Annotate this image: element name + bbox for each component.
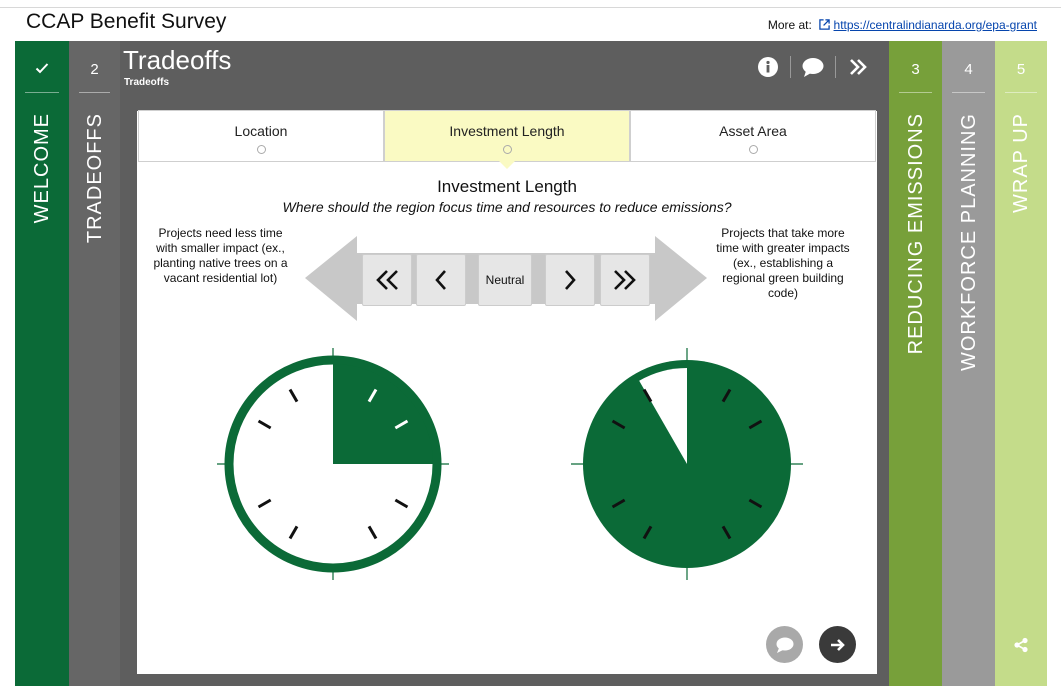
step-workforce-label: WORKFORCE PLANNING bbox=[957, 113, 980, 372]
preference-scale: Neutral bbox=[305, 236, 707, 321]
step-reducing-number: 3 bbox=[911, 61, 920, 78]
more-at: More at: https://centralindianarda.org/e… bbox=[768, 18, 1037, 32]
more-at-link[interactable]: https://centralindianarda.org/epa-grant bbox=[834, 18, 1037, 32]
chevron-right-icon bbox=[565, 270, 576, 290]
tab-label: Investment Length bbox=[449, 123, 565, 139]
panel-title: Tradeoffs bbox=[123, 45, 232, 75]
step-wrapup-number: 5 bbox=[1016, 61, 1026, 78]
left-option-description: Projects need less time with smaller imp… bbox=[153, 226, 288, 285]
tab-label: Location bbox=[234, 123, 288, 139]
short-time-clock-icon bbox=[217, 348, 449, 580]
step-wrap-up[interactable]: 5 WRAP UP bbox=[995, 41, 1047, 686]
tab-location[interactable]: Location bbox=[138, 110, 384, 162]
double-chevron-right-icon bbox=[614, 270, 636, 290]
tab-asset-area[interactable]: Asset Area bbox=[630, 110, 876, 162]
step-welcome[interactable]: WELCOME bbox=[15, 41, 69, 686]
left-button[interactable] bbox=[416, 254, 466, 306]
step-separator bbox=[952, 92, 985, 93]
tab-investment-length[interactable]: Investment Length bbox=[384, 110, 630, 169]
long-time-clock-icon bbox=[571, 348, 803, 580]
step-separator bbox=[1005, 92, 1037, 93]
strong-right-button[interactable] bbox=[600, 254, 650, 306]
criteria-tabs: Location Investment Length Asset Area bbox=[138, 110, 878, 169]
step-reducing-label: REDUCING EMISSIONS bbox=[904, 113, 927, 355]
question-content: Location Investment Length Asset Area In… bbox=[137, 110, 878, 674]
comment-button[interactable] bbox=[766, 626, 803, 663]
right-option-description: Projects that take more time with greate… bbox=[716, 226, 850, 300]
step-reducing-emissions[interactable]: 3 REDUCING EMISSIONS bbox=[889, 41, 942, 686]
step-welcome-label: WELCOME bbox=[31, 113, 53, 224]
step-workforce-planning[interactable]: 4 WORKFORCE PLANNING bbox=[942, 41, 995, 686]
tradeoffs-panel: Tradeoffs Tradeoffs Location Investment … bbox=[120, 41, 889, 686]
step-tradeoffs[interactable]: 2 TRADEOFFS bbox=[69, 41, 120, 686]
step-wrapup-label: WRAP UP bbox=[1010, 113, 1032, 213]
info-icon[interactable] bbox=[755, 54, 781, 80]
next-button[interactable] bbox=[819, 626, 856, 663]
external-link-icon bbox=[819, 19, 830, 30]
chevron-left-icon bbox=[435, 270, 446, 290]
tab-status-dot bbox=[502, 145, 512, 154]
clock-filled-sector bbox=[333, 364, 433, 464]
comment-icon bbox=[776, 637, 793, 653]
tab-status-dot bbox=[256, 145, 266, 154]
header-separator bbox=[790, 56, 791, 78]
step-separator bbox=[25, 92, 59, 93]
tab-status-dot bbox=[748, 145, 758, 154]
double-chevron-left-icon bbox=[376, 270, 398, 290]
comment-icon[interactable] bbox=[800, 54, 826, 80]
check-icon bbox=[15, 61, 69, 78]
step-tradeoffs-number: 2 bbox=[90, 61, 99, 78]
arrow-right-icon bbox=[830, 638, 845, 651]
question-title: Investment Length bbox=[437, 177, 577, 196]
right-button[interactable] bbox=[545, 254, 595, 306]
step-tradeoffs-label: TRADEOFFS bbox=[83, 113, 106, 244]
step-separator bbox=[899, 92, 932, 93]
strong-left-button[interactable] bbox=[362, 254, 412, 306]
share-icon[interactable] bbox=[995, 637, 1047, 658]
header-separator bbox=[835, 56, 836, 78]
header-icons bbox=[755, 54, 871, 80]
top-divider bbox=[0, 7, 1061, 8]
app-title: CCAP Benefit Survey bbox=[26, 10, 227, 33]
forward-icon[interactable] bbox=[845, 54, 871, 80]
step-workforce-number: 4 bbox=[964, 61, 973, 78]
panel-subtitle: Tradeoffs bbox=[124, 77, 170, 88]
neutral-button[interactable]: Neutral bbox=[478, 254, 532, 306]
step-separator bbox=[79, 92, 110, 93]
tab-label: Asset Area bbox=[719, 123, 787, 139]
question-subtitle: Where should the region focus time and r… bbox=[282, 199, 732, 215]
more-at-label: More at: bbox=[767, 18, 812, 32]
